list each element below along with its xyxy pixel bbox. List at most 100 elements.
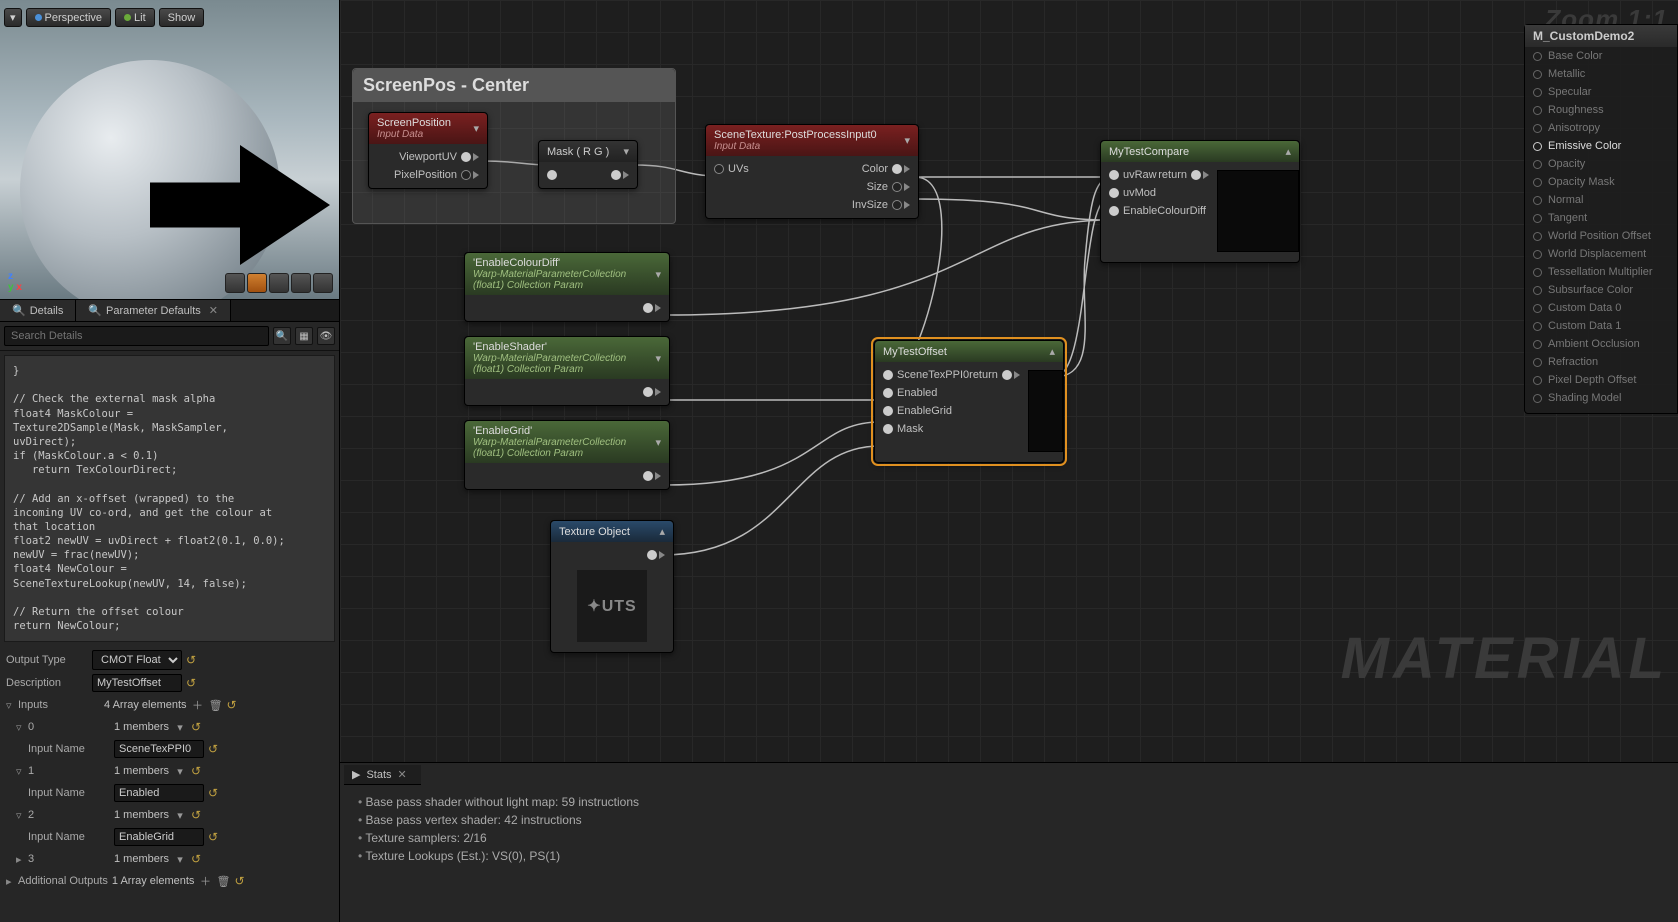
reset-icon[interactable]: ↺	[234, 874, 244, 888]
material-output-panel[interactable]: M_CustomDemo2 Base ColorMetallicSpecular…	[1524, 24, 1678, 414]
pin-return[interactable]: return	[969, 369, 1020, 381]
pin-scenetexppi0[interactable]: SceneTexPPI0	[883, 369, 969, 381]
pin-in[interactable]	[547, 170, 557, 180]
pin-uvraw[interactable]: uvRaw	[1109, 169, 1157, 181]
preview-shape-sphere[interactable]	[247, 273, 267, 293]
node-enablegrid[interactable]: 'EnableGrid'Warp-MaterialParameterCollec…	[464, 420, 670, 490]
pin-enablecolourdiff[interactable]: EnableColourDiff	[1109, 205, 1206, 217]
pin-enablegrid[interactable]: EnableGrid	[883, 405, 952, 417]
perspective-button[interactable]: Perspective	[26, 8, 111, 27]
output-pin-tangent[interactable]: Tangent	[1525, 209, 1677, 227]
stats-tab[interactable]: ▶ Stats ✕	[344, 765, 421, 785]
output-pin-custom-data-1[interactable]: Custom Data 1	[1525, 317, 1677, 335]
chevron-down-icon[interactable]: ▾	[655, 436, 661, 449]
pin-pixelposition[interactable]: PixelPosition	[394, 169, 479, 181]
chevron-down-icon[interactable]: ▾	[655, 268, 661, 281]
pin-mask[interactable]: Mask	[883, 423, 923, 435]
output-pin-tessellation-multiplier[interactable]: Tessellation Multiplier	[1525, 263, 1677, 281]
search-icon[interactable]: 🔍	[273, 327, 291, 345]
output-pin-custom-data-0[interactable]: Custom Data 0	[1525, 299, 1677, 317]
clear-array-icon[interactable]: 🗑	[216, 874, 230, 888]
output-pin-opacity-mask[interactable]: Opacity Mask	[1525, 173, 1677, 191]
chevron-down-icon[interactable]: ▾	[473, 122, 479, 135]
description-input[interactable]	[92, 674, 182, 692]
code-textarea[interactable]: } // Check the external mask alpha float…	[4, 355, 335, 642]
pin-size[interactable]: Size	[867, 181, 910, 193]
property-matrix-icon[interactable]: ▦	[295, 327, 313, 345]
node-enablecolourdiff[interactable]: 'EnableColourDiff'Warp-MaterialParameter…	[464, 252, 670, 322]
node-mytestcompare[interactable]: MyTestCompare▴ uvRaw return uvMod Enable…	[1100, 140, 1300, 263]
add-element-icon[interactable]: ＋	[191, 698, 205, 712]
input-name-field-0[interactable]	[114, 740, 204, 758]
pin-out[interactable]	[643, 471, 661, 481]
pin-out[interactable]	[643, 303, 661, 313]
expand-icon[interactable]: ▿	[6, 699, 18, 712]
close-icon[interactable]: ✕	[398, 768, 407, 781]
node-mask[interactable]: Mask ( R G )▾	[538, 140, 638, 189]
lit-button[interactable]: Lit	[115, 8, 155, 27]
details-tab[interactable]: 🔍 Details	[0, 300, 76, 321]
chevron-down-icon[interactable]: ▾	[623, 145, 629, 158]
output-pin-shading-model[interactable]: Shading Model	[1525, 389, 1677, 407]
reset-icon[interactable]: ↺	[186, 676, 196, 690]
view-options-icon[interactable]: 👁	[317, 327, 335, 345]
reset-icon[interactable]: ↺	[186, 653, 196, 667]
output-pin-pixel-depth-offset[interactable]: Pixel Depth Offset	[1525, 371, 1677, 389]
pin-invsize[interactable]: InvSize	[852, 199, 910, 211]
comment-title[interactable]: ScreenPos - Center	[353, 69, 675, 102]
output-pin-opacity[interactable]: Opacity	[1525, 155, 1677, 173]
node-scenetexture[interactable]: SceneTexture:PostProcessInput0Input Data…	[705, 124, 919, 219]
output-type-select[interactable]: CMOT Float 4	[92, 650, 182, 670]
output-pin-normal[interactable]: Normal	[1525, 191, 1677, 209]
pin-viewportuv[interactable]: ViewportUV	[399, 151, 479, 163]
viewport-menu-dropdown[interactable]: ▾	[4, 8, 22, 27]
node-mytestoffset[interactable]: MyTestOffset▴ SceneTexPPI0 return Enable…	[874, 340, 1064, 463]
close-icon[interactable]: ✕	[209, 304, 218, 317]
preview-shape-cube[interactable]	[291, 273, 311, 293]
chevron-up-icon[interactable]: ▴	[1049, 345, 1055, 358]
input-name-field-2[interactable]	[114, 828, 204, 846]
material-graph-canvas[interactable]: Zoom 1:1 MATERIAL ScreenPos - Center Scr…	[340, 0, 1678, 922]
chevron-down-icon[interactable]: ▾	[904, 134, 910, 147]
stats-panel: ▶ Stats ✕ Base pass shader without light…	[340, 762, 1678, 922]
pin-uvs[interactable]: UVs	[714, 163, 749, 175]
pin-color[interactable]: Color	[862, 163, 910, 175]
output-pin-world-displacement[interactable]: World Displacement	[1525, 245, 1677, 263]
pin-return[interactable]: return	[1158, 169, 1209, 181]
chevron-down-icon[interactable]: ▾	[655, 352, 661, 365]
show-button[interactable]: Show	[159, 8, 205, 27]
output-pin-subsurface-color[interactable]: Subsurface Color	[1525, 281, 1677, 299]
pin-enabled[interactable]: Enabled	[883, 387, 937, 399]
stats-line: Base pass shader without light map: 59 i…	[358, 793, 1660, 811]
material-preview-viewport[interactable]: ▾ Perspective Lit Show z y x	[0, 0, 339, 300]
material-watermark: MATERIAL	[1341, 625, 1668, 692]
input-name-field-1[interactable]	[114, 784, 204, 802]
output-pin-world-position-offset[interactable]: World Position Offset	[1525, 227, 1677, 245]
output-pin-roughness[interactable]: Roughness	[1525, 101, 1677, 119]
search-details-input[interactable]	[4, 326, 269, 346]
node-textureobject[interactable]: Texture Object▴ ✦UTS	[550, 520, 674, 653]
add-element-icon[interactable]: ＋	[198, 874, 212, 888]
output-pin-specular[interactable]: Specular	[1525, 83, 1677, 101]
output-pin-base-color[interactable]: Base Color	[1525, 47, 1677, 65]
node-screenposition[interactable]: ScreenPositionInput Data▾ ViewportUV Pix…	[368, 112, 488, 189]
pin-out[interactable]	[611, 170, 629, 180]
clear-array-icon[interactable]: 🗑	[209, 698, 223, 712]
node-enableshader[interactable]: 'EnableShader'Warp-MaterialParameterColl…	[464, 336, 670, 406]
output-pin-anisotropy[interactable]: Anisotropy	[1525, 119, 1677, 137]
chevron-up-icon[interactable]: ▴	[659, 525, 665, 538]
preview-shape-cylinder[interactable]	[225, 273, 245, 293]
output-pin-emissive-color[interactable]: Emissive Color	[1525, 137, 1677, 155]
description-label: Description	[6, 677, 92, 689]
output-pin-ambient-occlusion[interactable]: Ambient Occlusion	[1525, 335, 1677, 353]
output-pin-refraction[interactable]: Refraction	[1525, 353, 1677, 371]
pin-out[interactable]	[647, 550, 665, 560]
output-pin-metallic[interactable]: Metallic	[1525, 65, 1677, 83]
preview-shape-mesh[interactable]	[313, 273, 333, 293]
parameter-defaults-tab[interactable]: 🔍 Parameter Defaults✕	[76, 300, 231, 321]
preview-shape-plane[interactable]	[269, 273, 289, 293]
chevron-up-icon[interactable]: ▴	[1285, 145, 1291, 158]
reset-icon[interactable]: ↺	[227, 698, 237, 712]
pin-uvmod[interactable]: uvMod	[1109, 187, 1156, 199]
pin-out[interactable]	[643, 387, 661, 397]
